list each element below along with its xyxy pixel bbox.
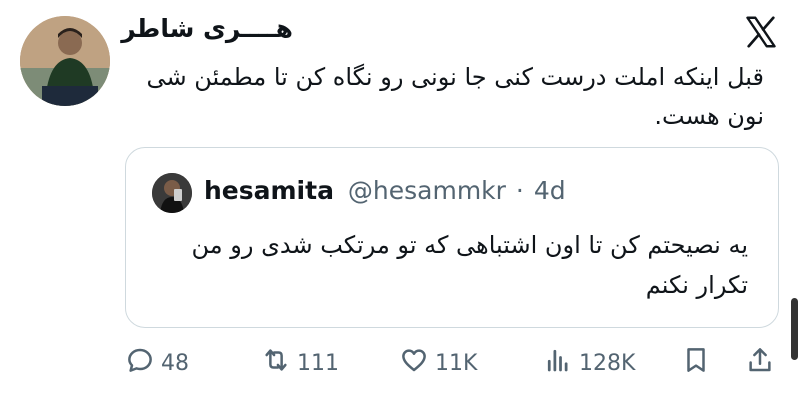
views-count: 128K (579, 350, 636, 376)
quote-separator: · (515, 176, 524, 205)
like-button[interactable]: 11K (399, 346, 477, 380)
quote-author-name[interactable]: hesamita (204, 176, 334, 205)
quote-text: یه نصیحتم کن تا اون اشتباهی که تو مرتکب … (191, 231, 748, 299)
views-icon (543, 345, 573, 381)
scrollbar-thumb[interactable] (791, 298, 798, 360)
quote-timestamp[interactable]: 4d (534, 176, 566, 205)
author-avatar[interactable] (20, 16, 110, 106)
quote-header: hesamita @hesammkr · 4d (204, 176, 566, 205)
author-name[interactable]: هــــری شاطر (121, 14, 293, 43)
repost-count: 111 (297, 350, 339, 376)
tweet-text: قبل اینکه املت درست کنی جا نونی رو نگاه … (146, 63, 764, 130)
like-icon (399, 345, 429, 381)
tweet-actions: 48 111 11K 128K (125, 346, 780, 380)
bookmark-button[interactable] (681, 346, 711, 380)
share-icon (745, 345, 775, 381)
reply-count: 48 (161, 350, 189, 376)
share-button[interactable] (745, 346, 775, 380)
views-button[interactable]: 128K (543, 346, 635, 380)
repost-icon (261, 345, 291, 381)
quoted-tweet-card[interactable]: hesamita @hesammkr · 4d یه نصیحتم کن تا … (125, 147, 779, 328)
x-logo-icon[interactable] (743, 14, 779, 50)
bookmark-icon (681, 345, 711, 381)
repost-button[interactable]: 111 (261, 346, 339, 380)
quote-author-handle[interactable]: @hesammkr (348, 176, 506, 205)
reply-button[interactable]: 48 (125, 346, 189, 380)
like-count: 11K (435, 350, 478, 376)
quote-author-avatar[interactable] (152, 173, 192, 213)
reply-icon (125, 345, 155, 381)
